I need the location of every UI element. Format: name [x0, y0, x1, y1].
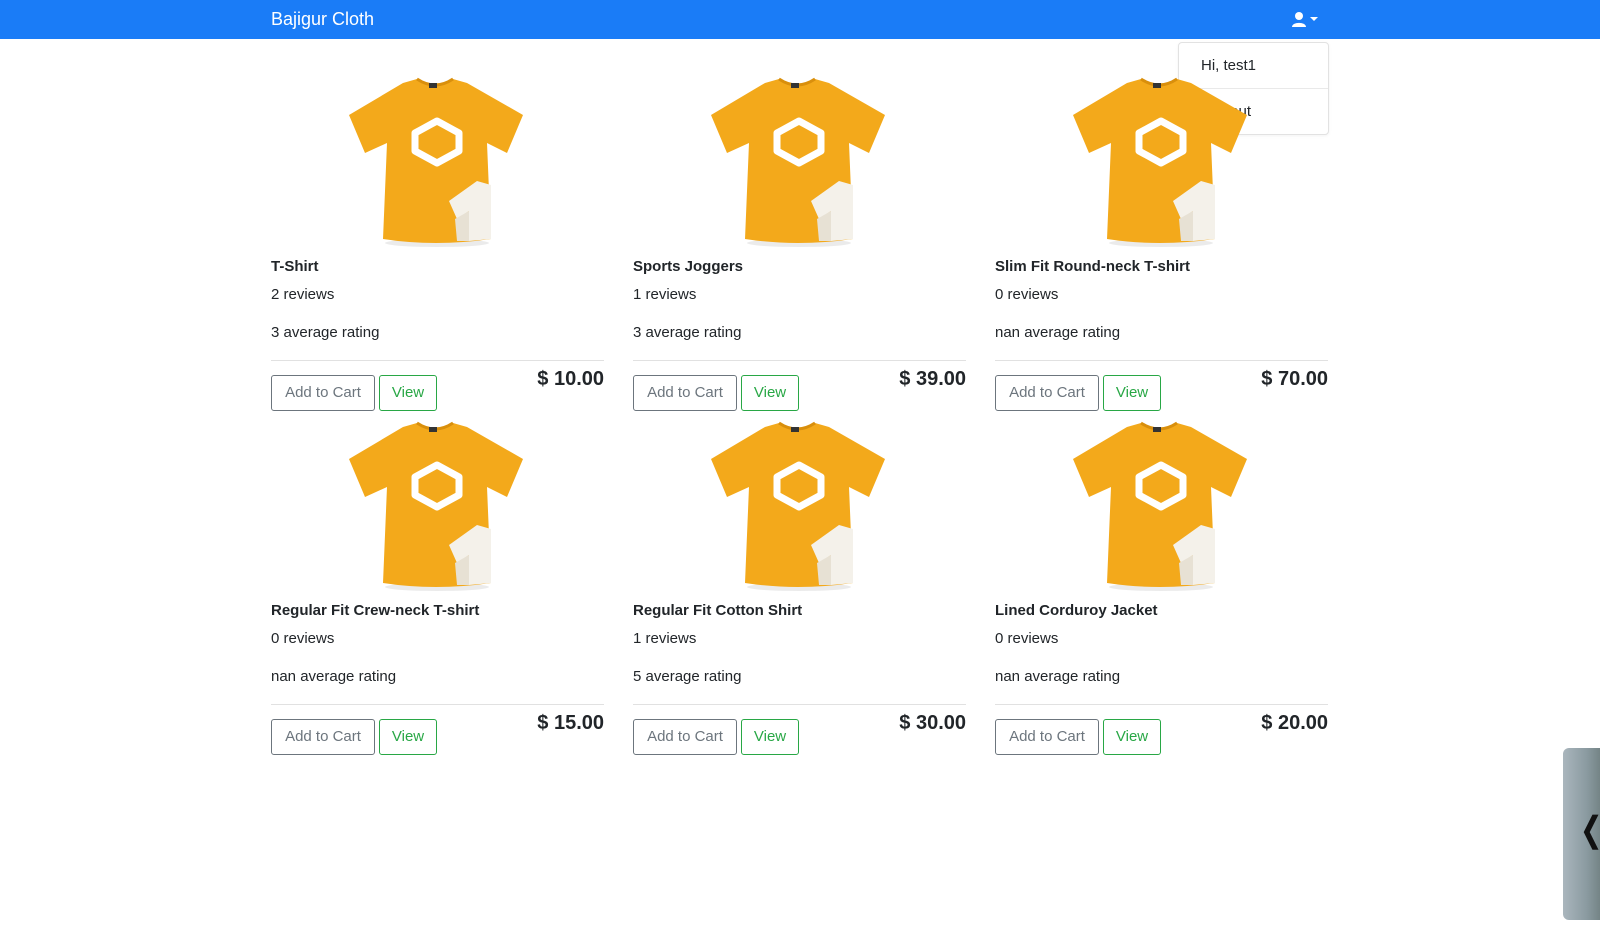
- chevron-left-icon: ❬: [1577, 810, 1600, 850]
- product-rating: 5 average rating: [633, 668, 742, 685]
- tshirt-icon: [349, 77, 523, 247]
- product-image[interactable]: [995, 417, 1328, 594]
- product-price: $ 15.00: [537, 712, 604, 734]
- user-menu-toggle[interactable]: [1289, 10, 1323, 30]
- card-divider: [995, 704, 1328, 705]
- product-name: Regular Fit Cotton Shirt: [633, 602, 803, 619]
- card-divider: [633, 360, 966, 361]
- product-reviews: 0 reviews: [995, 286, 1059, 303]
- product-image[interactable]: [271, 417, 604, 594]
- product-name: T-Shirt: [271, 258, 319, 275]
- product-rating: nan average rating: [995, 324, 1121, 341]
- product-name: Regular Fit Crew-neck T-shirt: [271, 602, 480, 619]
- product-card: Sports Joggers 1 reviews 3 average ratin…: [633, 45, 966, 411]
- tshirt-icon: [711, 77, 885, 247]
- side-collapse-tab[interactable]: ❬: [1563, 748, 1600, 920]
- view-button[interactable]: View: [379, 719, 437, 755]
- product-rating: 3 average rating: [271, 324, 380, 341]
- tshirt-icon: [1073, 421, 1247, 591]
- product-reviews: 2 reviews: [271, 286, 335, 303]
- product-reviews: 1 reviews: [633, 286, 697, 303]
- product-price: $ 10.00: [537, 368, 604, 390]
- product-reviews: 1 reviews: [633, 630, 697, 647]
- add-to-cart-button[interactable]: Add to Cart: [271, 719, 375, 755]
- add-to-cart-button[interactable]: Add to Cart: [633, 719, 737, 755]
- product-price: $ 39.00: [899, 368, 966, 390]
- product-rating: nan average rating: [995, 668, 1121, 685]
- product-price: $ 20.00: [1261, 712, 1328, 734]
- caret-down-icon: [1310, 17, 1318, 21]
- navbar: Bajigur Cloth: [0, 0, 1600, 39]
- product-name: Sports Joggers: [633, 258, 744, 275]
- product-name: Slim Fit Round-neck T-shirt: [995, 258, 1191, 275]
- product-image[interactable]: [995, 73, 1328, 250]
- view-button[interactable]: View: [1103, 719, 1161, 755]
- product-image[interactable]: [633, 417, 966, 594]
- view-button[interactable]: View: [741, 719, 799, 755]
- tshirt-icon: [711, 421, 885, 591]
- product-card: T-Shirt 2 reviews 3 average rating Add t…: [271, 45, 604, 411]
- card-divider: [271, 704, 604, 705]
- product-card: Regular Fit Cotton Shirt 1 reviews 5 ave…: [633, 389, 966, 755]
- product-price: $ 30.00: [899, 712, 966, 734]
- brand-logo-text[interactable]: Bajigur Cloth: [271, 0, 374, 39]
- product-rating: nan average rating: [271, 668, 397, 685]
- product-name: Lined Corduroy Jacket: [995, 602, 1158, 619]
- tshirt-icon: [1073, 77, 1247, 247]
- product-image[interactable]: [633, 73, 966, 250]
- add-to-cart-button[interactable]: Add to Cart: [995, 719, 1099, 755]
- product-card: Lined Corduroy Jacket 0 reviews nan aver…: [995, 389, 1328, 755]
- user-icon: [1292, 12, 1318, 27]
- product-rating: 3 average rating: [633, 324, 742, 341]
- card-divider: [995, 360, 1328, 361]
- card-divider: [271, 360, 604, 361]
- card-divider: [633, 704, 966, 705]
- product-card: Regular Fit Crew-neck T-shirt 0 reviews …: [271, 389, 604, 755]
- product-image[interactable]: [271, 73, 604, 250]
- tshirt-icon: [349, 421, 523, 591]
- product-card: Slim Fit Round-neck T-shirt 0 reviews na…: [995, 45, 1328, 411]
- product-price: $ 70.00: [1261, 368, 1328, 390]
- product-reviews: 0 reviews: [995, 630, 1059, 647]
- product-reviews: 0 reviews: [271, 630, 335, 647]
